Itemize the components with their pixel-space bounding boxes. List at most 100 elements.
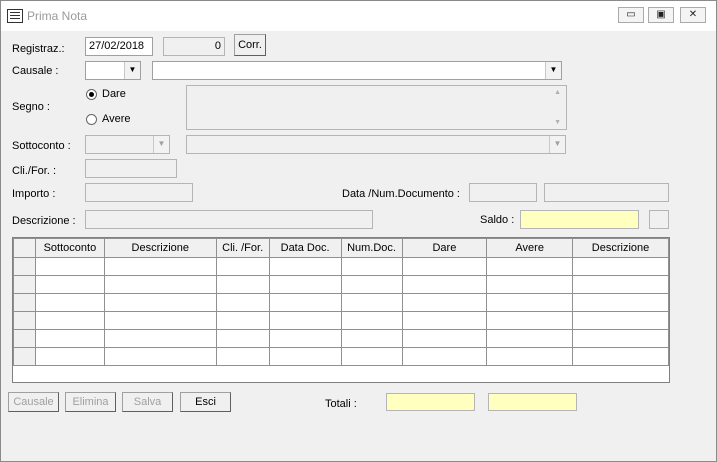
- table-cell[interactable]: [215, 293, 270, 312]
- table-cell[interactable]: [215, 311, 270, 330]
- causale-code-select[interactable]: ▼: [85, 61, 141, 80]
- table-cell[interactable]: [268, 347, 342, 366]
- table-cell[interactable]: [215, 329, 270, 348]
- table-cell[interactable]: [268, 329, 342, 348]
- table-cell[interactable]: [572, 347, 669, 366]
- movements-grid[interactable]: Sottoconto Descrizione Cli. /For. Data D…: [12, 237, 670, 383]
- table-cell[interactable]: [103, 257, 217, 276]
- row-indicator[interactable]: [13, 293, 36, 312]
- table-cell[interactable]: [34, 275, 105, 294]
- table-cell[interactable]: [340, 275, 403, 294]
- avere-label: Avere: [102, 113, 131, 125]
- column-header-dare[interactable]: Dare: [401, 238, 488, 258]
- table-cell[interactable]: [401, 275, 488, 294]
- chevron-down-icon[interactable]: ▼: [545, 62, 561, 79]
- table-cell[interactable]: [268, 311, 342, 330]
- salva-button[interactable]: Salva: [122, 392, 173, 412]
- dare-radio[interactable]: [86, 89, 97, 100]
- table-cell[interactable]: [103, 311, 217, 330]
- table-cell[interactable]: [572, 329, 669, 348]
- table-cell[interactable]: [268, 293, 342, 312]
- registraz-label: Registraz.:: [12, 43, 65, 55]
- table-cell[interactable]: [268, 275, 342, 294]
- column-header-avere[interactable]: Avere: [486, 238, 574, 258]
- table-cell[interactable]: [34, 293, 105, 312]
- data-documento-field: [469, 183, 537, 202]
- table-cell[interactable]: [572, 293, 669, 312]
- column-header-sottoconto[interactable]: Sottoconto: [34, 238, 105, 258]
- table-cell[interactable]: [401, 257, 488, 276]
- table-cell[interactable]: [486, 275, 574, 294]
- table-row[interactable]: [13, 329, 669, 348]
- table-cell[interactable]: [340, 329, 403, 348]
- table-cell[interactable]: [486, 311, 574, 330]
- sottoconto-description-select: ▼: [186, 135, 566, 154]
- table-cell[interactable]: [401, 293, 488, 312]
- data-num-documento-label: Data /Num.Documento :: [342, 188, 460, 200]
- table-row[interactable]: [13, 293, 669, 312]
- esci-button[interactable]: Esci: [180, 392, 231, 412]
- table-cell[interactable]: [215, 257, 270, 276]
- column-header-cli-for[interactable]: Cli. /For.: [215, 238, 270, 258]
- scroll-down-arrow-icon: ▼: [554, 119, 561, 126]
- table-cell[interactable]: [486, 293, 574, 312]
- table-cell[interactable]: [572, 311, 669, 330]
- table-cell[interactable]: [486, 329, 574, 348]
- table-row[interactable]: [13, 275, 669, 294]
- table-cell[interactable]: [340, 311, 403, 330]
- causale-button[interactable]: Causale: [8, 392, 59, 412]
- corr-button[interactable]: Corr.: [234, 34, 266, 56]
- registraz-number-value: 0: [214, 40, 221, 52]
- totale-dare-field: [386, 393, 475, 411]
- table-cell[interactable]: [572, 275, 669, 294]
- chevron-down-icon[interactable]: ▼: [124, 62, 140, 79]
- table-cell[interactable]: [34, 311, 105, 330]
- table-cell[interactable]: [215, 347, 270, 366]
- table-cell[interactable]: [486, 347, 574, 366]
- table-cell[interactable]: [486, 257, 574, 276]
- table-cell[interactable]: [340, 347, 403, 366]
- cli-for-field: [85, 159, 177, 178]
- row-indicator[interactable]: [13, 257, 36, 276]
- causale-description-select[interactable]: ▼: [152, 61, 562, 80]
- maximize-button[interactable]: ▣: [648, 7, 674, 23]
- column-header-descrizione-2[interactable]: Descrizione: [572, 238, 669, 258]
- table-cell[interactable]: [401, 311, 488, 330]
- column-header-data-doc[interactable]: Data Doc.: [268, 238, 342, 258]
- scroll-up-arrow-icon: ▲: [554, 89, 561, 96]
- registraz-date-value: 27/02/2018: [89, 40, 145, 52]
- elimina-button[interactable]: Elimina: [65, 392, 116, 412]
- table-cell[interactable]: [401, 347, 488, 366]
- table-cell[interactable]: [103, 347, 217, 366]
- column-header-num-doc[interactable]: Num.Doc.: [340, 238, 403, 258]
- table-row[interactable]: [13, 311, 669, 330]
- table-cell[interactable]: [34, 347, 105, 366]
- row-indicator[interactable]: [13, 329, 36, 348]
- table-cell[interactable]: [103, 293, 217, 312]
- close-button[interactable]: ✕: [680, 7, 706, 23]
- row-indicator[interactable]: [13, 311, 36, 330]
- row-indicator[interactable]: [13, 347, 36, 366]
- table-cell[interactable]: [215, 275, 270, 294]
- chevron-down-icon: ▼: [549, 136, 565, 153]
- table-cell[interactable]: [34, 329, 105, 348]
- table-cell[interactable]: [103, 275, 217, 294]
- minimize-button[interactable]: ▭: [618, 7, 644, 23]
- table-cell[interactable]: [401, 329, 488, 348]
- table-cell[interactable]: [268, 257, 342, 276]
- registraz-date-field[interactable]: 27/02/2018: [85, 37, 153, 56]
- table-cell[interactable]: [340, 293, 403, 312]
- importo-label: Importo :: [12, 188, 56, 200]
- column-header-descrizione[interactable]: Descrizione: [103, 238, 217, 258]
- row-indicator[interactable]: [13, 275, 36, 294]
- table-cell[interactable]: [34, 257, 105, 276]
- table-row[interactable]: [13, 347, 669, 366]
- chevron-down-icon: ▼: [153, 136, 169, 153]
- avere-radio[interactable]: [86, 114, 97, 125]
- table-row[interactable]: [13, 257, 669, 276]
- app-icon: [7, 9, 23, 23]
- table-cell[interactable]: [572, 257, 669, 276]
- table-cell[interactable]: [340, 257, 403, 276]
- table-cell[interactable]: [103, 329, 217, 348]
- descrizione-field: [85, 210, 373, 229]
